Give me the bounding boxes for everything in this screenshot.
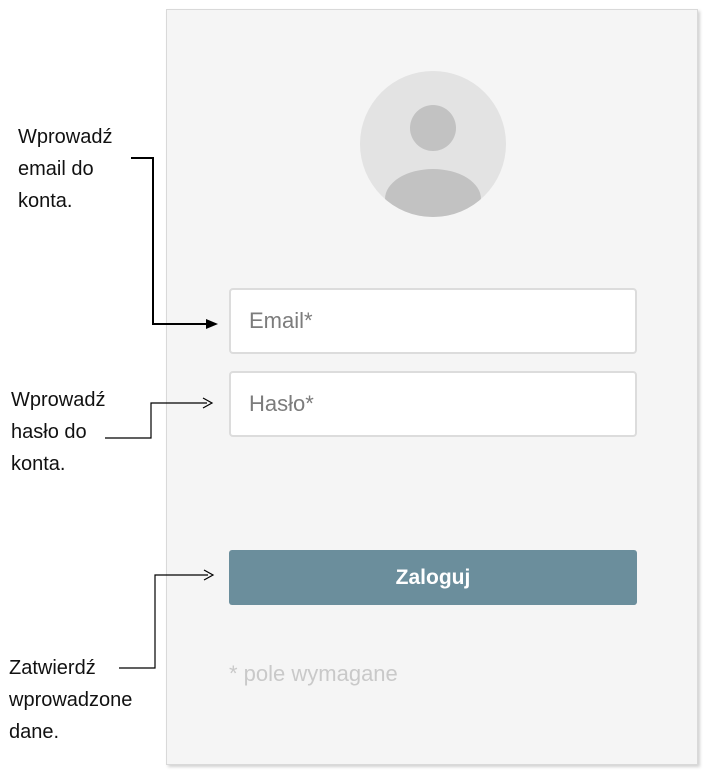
required-fields-note: * pole wymagane xyxy=(229,661,398,686)
email-callout: Wprowadź email do konta. xyxy=(18,121,112,217)
email-callout-line-2: email do xyxy=(18,158,94,180)
submit-callout-line-1: Zatwierdź xyxy=(9,657,96,679)
avatar-silhouette xyxy=(385,105,481,217)
email-callout-line-3: konta. xyxy=(18,190,73,212)
email-field[interactable] xyxy=(229,288,637,354)
submit-callout-line-2: wprowadzone xyxy=(9,689,133,711)
login-panel: Zaloguj * pole wymagane xyxy=(166,9,698,765)
login-button[interactable]: Zaloguj xyxy=(229,550,637,605)
password-field[interactable] xyxy=(229,371,637,437)
submit-callout-line-3: dane. xyxy=(9,721,60,743)
password-callout-line-3: konta. xyxy=(11,453,66,475)
submit-callout: Zatwierdź wprowadzone dane. xyxy=(9,652,132,748)
email-callout-line-1: Wprowadź xyxy=(18,126,113,148)
password-callout: Wprowadź hasło do konta. xyxy=(11,384,105,480)
password-callout-line-2: hasło do xyxy=(11,421,87,443)
password-callout-line-1: Wprowadź xyxy=(11,389,106,411)
user-avatar-icon xyxy=(360,71,506,217)
